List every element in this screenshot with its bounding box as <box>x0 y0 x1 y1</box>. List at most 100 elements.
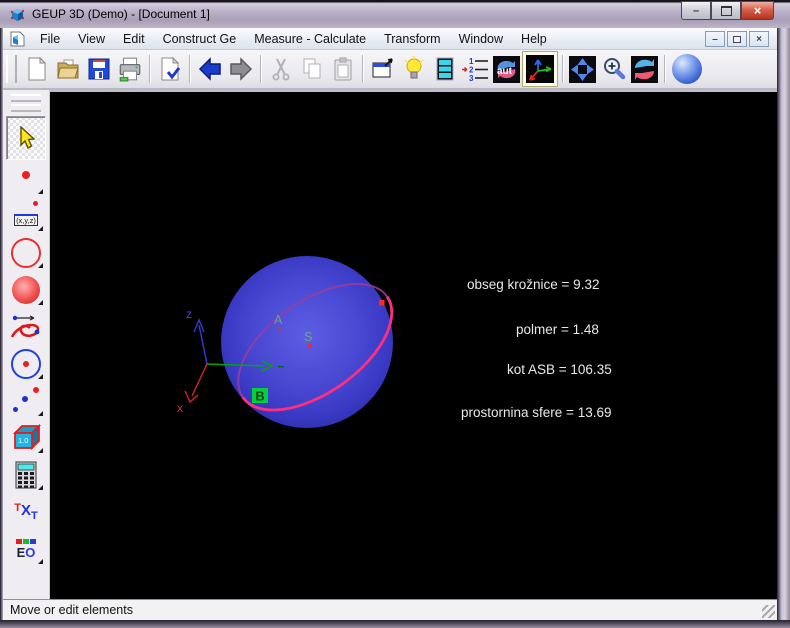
filmstrip-icon <box>436 57 453 81</box>
rgb-squares-icon <box>16 537 37 544</box>
sidebar-drag-handle[interactable] <box>11 94 41 102</box>
zoom-magnifier-icon <box>603 58 625 80</box>
dropdown-triangle-icon <box>38 559 43 564</box>
toolbar-separator <box>149 55 150 83</box>
mdi-restore-button[interactable] <box>727 31 747 47</box>
drawing-canvas[interactable]: z x A S B obseg krožnice = 9.32 polmer =… <box>50 92 777 599</box>
new-view-button[interactable] <box>367 52 398 86</box>
forward-arrow-icon <box>229 57 252 81</box>
mdi-close-button[interactable]: × <box>749 31 769 47</box>
calculator-icon <box>15 461 37 489</box>
point-coordinates-tool-button[interactable]: (x,y,z) <box>6 198 46 234</box>
menu-file[interactable]: File <box>31 30 69 48</box>
tool-sidebar: (x,y,z) 1.0 TXT EO <box>3 90 50 599</box>
copy-button[interactable] <box>296 52 327 86</box>
document-check-button[interactable] <box>154 52 185 86</box>
measurement-circumference[interactable]: obseg krožnice = 9.32 <box>467 277 599 292</box>
dropdown-triangle-icon <box>38 485 43 490</box>
measurement-tool-button[interactable]: 1.0 <box>6 420 46 456</box>
minimize-button[interactable]: – <box>681 1 711 20</box>
x-axis: x <box>177 363 208 415</box>
circle-center-tool-button[interactable] <box>6 346 46 382</box>
toolbar-drag-handle[interactable] <box>6 55 17 83</box>
window-border-right <box>777 28 790 620</box>
svg-text:z: z <box>186 307 192 321</box>
rotate-icon <box>631 55 658 83</box>
back-arrow-icon <box>198 57 221 81</box>
pan-view-button[interactable] <box>567 52 598 86</box>
save-floppy-icon <box>88 58 109 80</box>
menu-transform[interactable]: Transform <box>375 30 450 48</box>
dropdown-triangle-icon <box>38 189 43 194</box>
point-tool-button[interactable] <box>6 161 46 197</box>
eo-icon: EO <box>16 544 36 560</box>
maximize-button[interactable] <box>711 1 741 20</box>
print-button[interactable] <box>114 52 145 86</box>
menu-view[interactable]: View <box>69 30 114 48</box>
document-icon <box>10 31 25 46</box>
menu-window[interactable]: Window <box>450 30 512 48</box>
paste-button[interactable] <box>327 52 358 86</box>
menu-construct[interactable]: Construct Ge <box>154 30 246 48</box>
cut-button[interactable] <box>265 52 296 86</box>
status-message: Move or edit elements <box>10 603 133 617</box>
calculator-tool-button[interactable] <box>6 457 46 493</box>
pan-icon <box>569 55 596 83</box>
circle-object[interactable] <box>217 259 414 435</box>
text-tool-button[interactable]: TXT <box>6 494 46 530</box>
toolbar-separator <box>562 55 563 83</box>
circle-center-icon <box>11 349 41 379</box>
text-tool-icon: TXT <box>14 502 38 522</box>
sphere-tool-button[interactable] <box>671 52 702 86</box>
document-check-icon <box>161 56 180 81</box>
menu-help[interactable]: Help <box>512 30 556 48</box>
pointer-cursor-icon <box>20 125 36 149</box>
curve-tool-button[interactable] <box>6 309 46 345</box>
rotate-view-button[interactable] <box>629 52 660 86</box>
sidebar-drag-handle[interactable] <box>11 104 41 112</box>
toolbar-separator <box>189 55 190 83</box>
dropdown-triangle-icon <box>38 226 43 231</box>
circle-icon <box>11 238 41 268</box>
z-axis: z <box>186 307 208 365</box>
menu-bar: File View Edit Construct Ge Measure - Ca… <box>3 28 777 50</box>
menu-edit[interactable]: Edit <box>114 30 154 48</box>
canvas-overlay: z x A S B <box>177 259 414 435</box>
new-document-icon <box>28 56 46 81</box>
menu-measure-calculate[interactable]: Measure - Calculate <box>245 30 375 48</box>
save-button[interactable] <box>83 52 114 86</box>
window-border-left <box>0 28 3 620</box>
open-button[interactable] <box>52 52 83 86</box>
measurement-volume[interactable]: prostornina sfere = 13.69 <box>461 405 611 420</box>
status-bar: Move or edit elements <box>3 599 777 620</box>
point-s-label: S <box>304 330 312 344</box>
appearance-tool-button[interactable]: EO <box>6 531 46 567</box>
measurement-angle[interactable]: kot ASB = 106.35 <box>507 362 612 377</box>
new-document-button[interactable] <box>21 52 52 86</box>
sphere-ball-icon <box>671 54 702 84</box>
mdi-minimize-button[interactable]: – <box>705 31 725 47</box>
selected-point-marker[interactable] <box>379 300 385 306</box>
app-cube-icon <box>10 9 25 21</box>
close-button[interactable]: × <box>741 1 774 20</box>
construction-steps-button[interactable]: 1 2 3 <box>460 52 491 86</box>
dropdown-triangle-icon <box>38 448 43 453</box>
select-tool-button[interactable] <box>6 116 46 160</box>
point-s-marker[interactable] <box>307 343 313 349</box>
sphere-surface-tool-button[interactable] <box>6 272 46 308</box>
point-icon <box>33 201 38 206</box>
hint-button[interactable] <box>398 52 429 86</box>
auto-animation-button[interactable]: aut <box>491 52 522 86</box>
measurement-radius[interactable]: polmer = 1.48 <box>516 322 599 337</box>
back-button[interactable] <box>194 52 225 86</box>
axes-toggle-button[interactable] <box>522 51 558 87</box>
point-b-label: B <box>256 390 265 404</box>
animation-button[interactable] <box>429 52 460 86</box>
resize-grip[interactable] <box>762 605 775 618</box>
point-icon <box>22 171 30 179</box>
forward-button[interactable] <box>225 52 256 86</box>
zoom-button[interactable] <box>598 52 629 86</box>
intersection-tool-button[interactable] <box>6 383 46 419</box>
circle-tool-button[interactable] <box>6 235 46 271</box>
point-a-marker[interactable] <box>277 327 281 331</box>
